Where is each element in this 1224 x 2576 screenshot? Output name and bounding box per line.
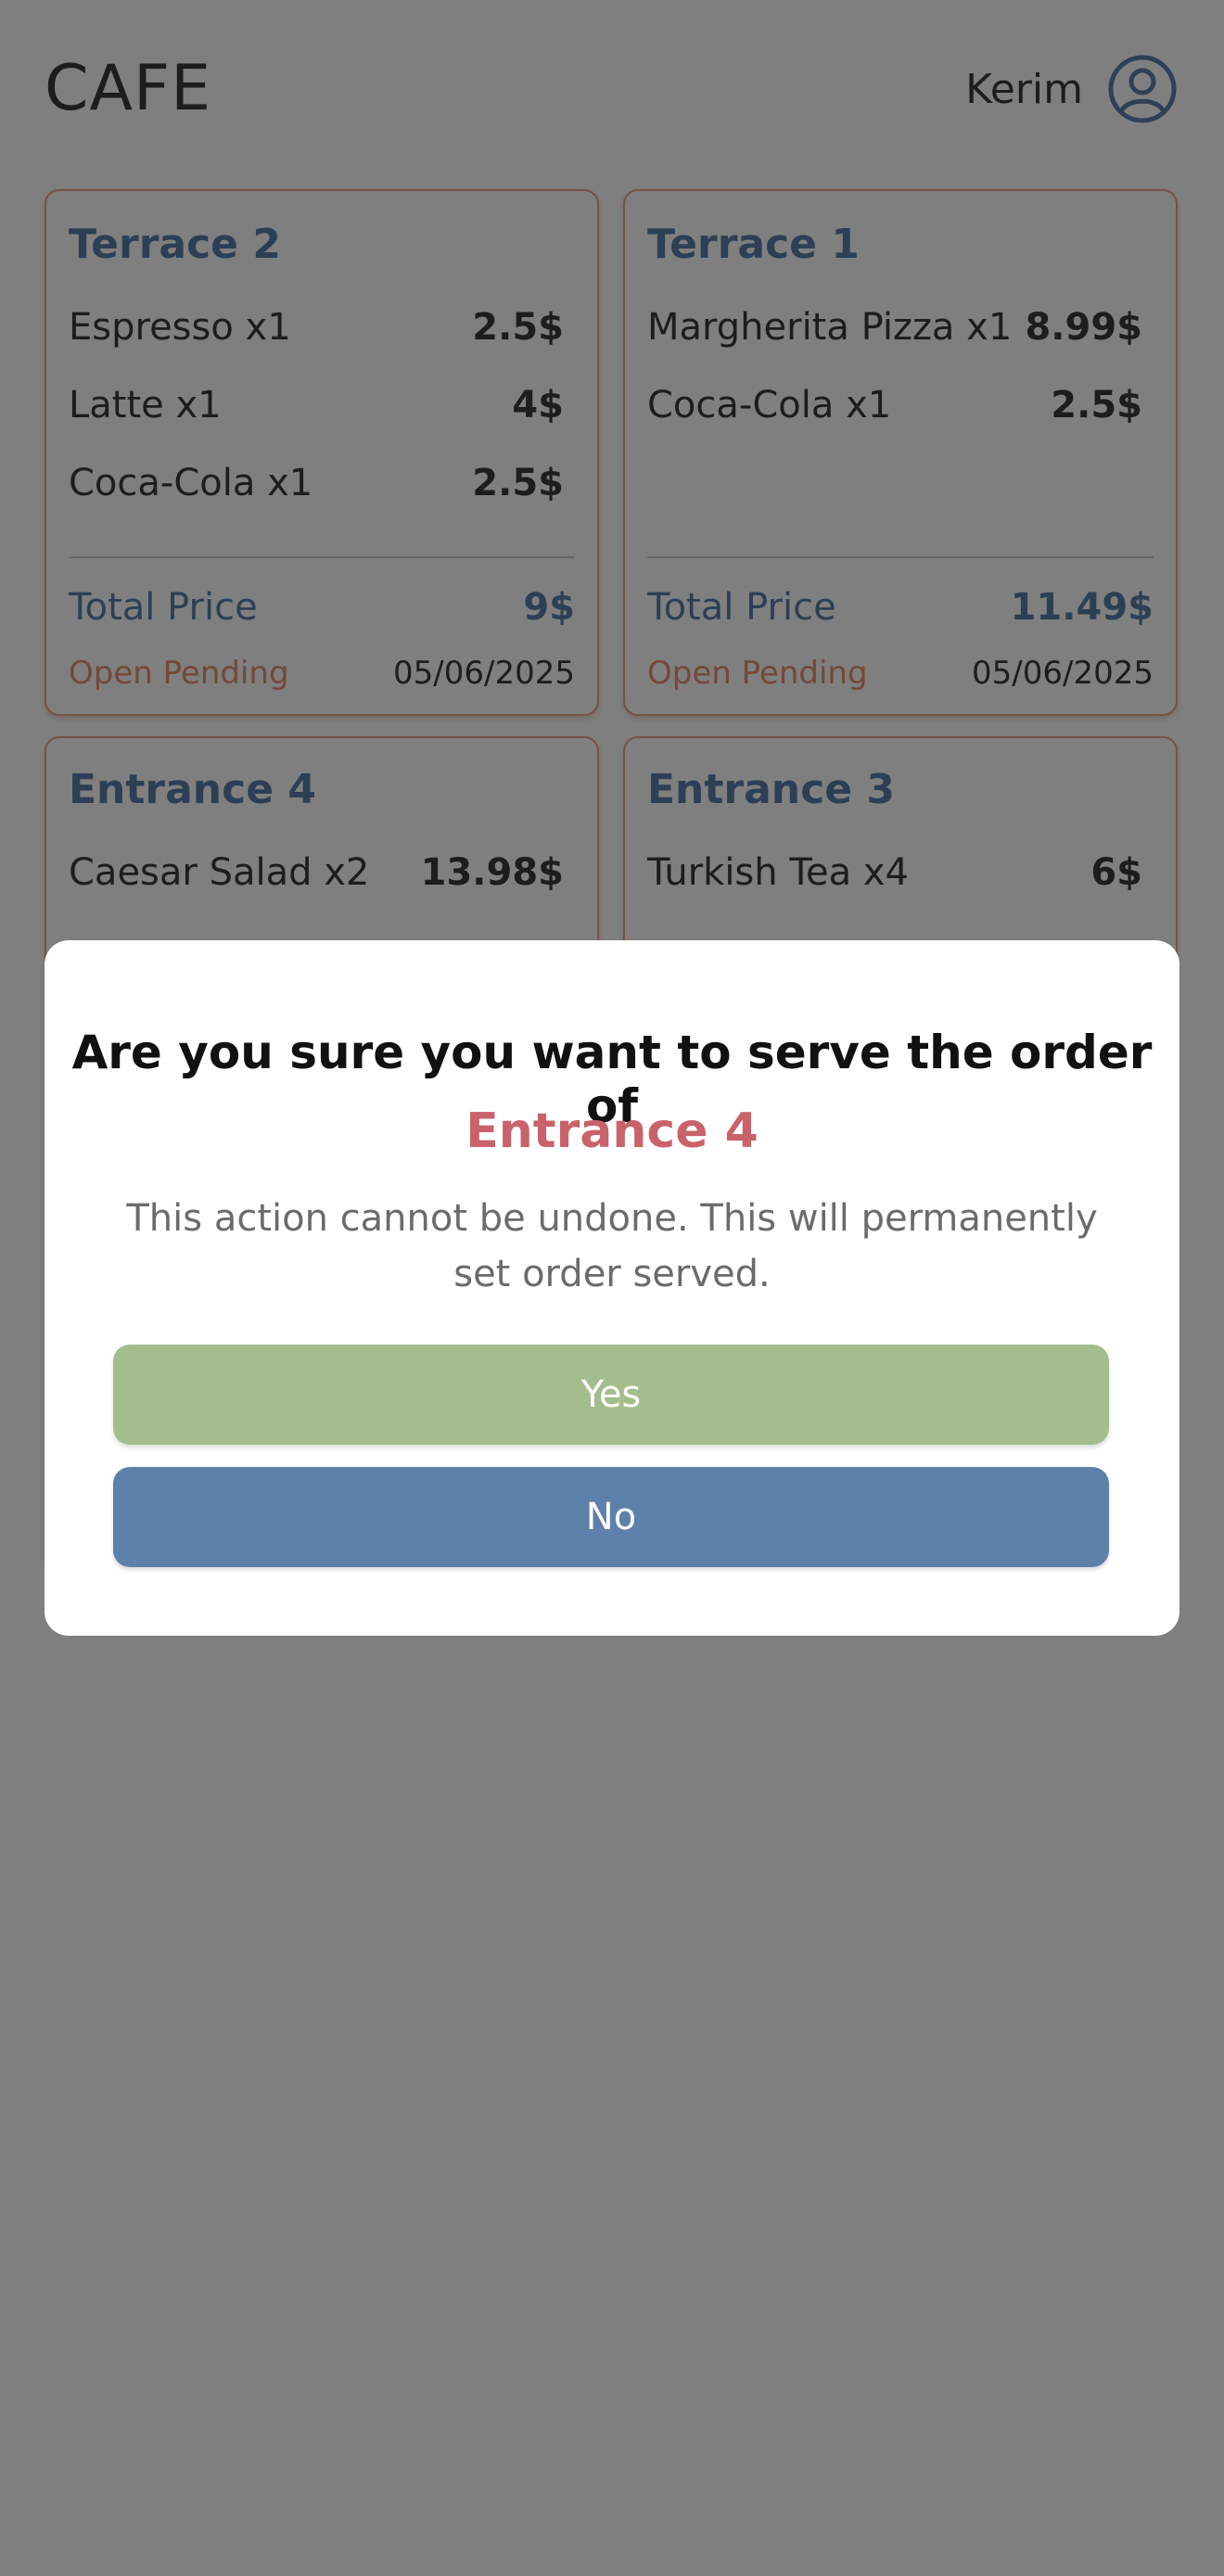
dialog-target-table: Entrance 4 xyxy=(465,1103,759,1159)
dialog-description: This action cannot be undone. This will … xyxy=(126,1197,1098,1295)
no-button[interactable]: No xyxy=(113,1467,1109,1567)
confirm-serve-dialog: Are you sure you want to serve the order… xyxy=(45,940,1179,1636)
yes-button[interactable]: Yes xyxy=(113,1345,1109,1445)
